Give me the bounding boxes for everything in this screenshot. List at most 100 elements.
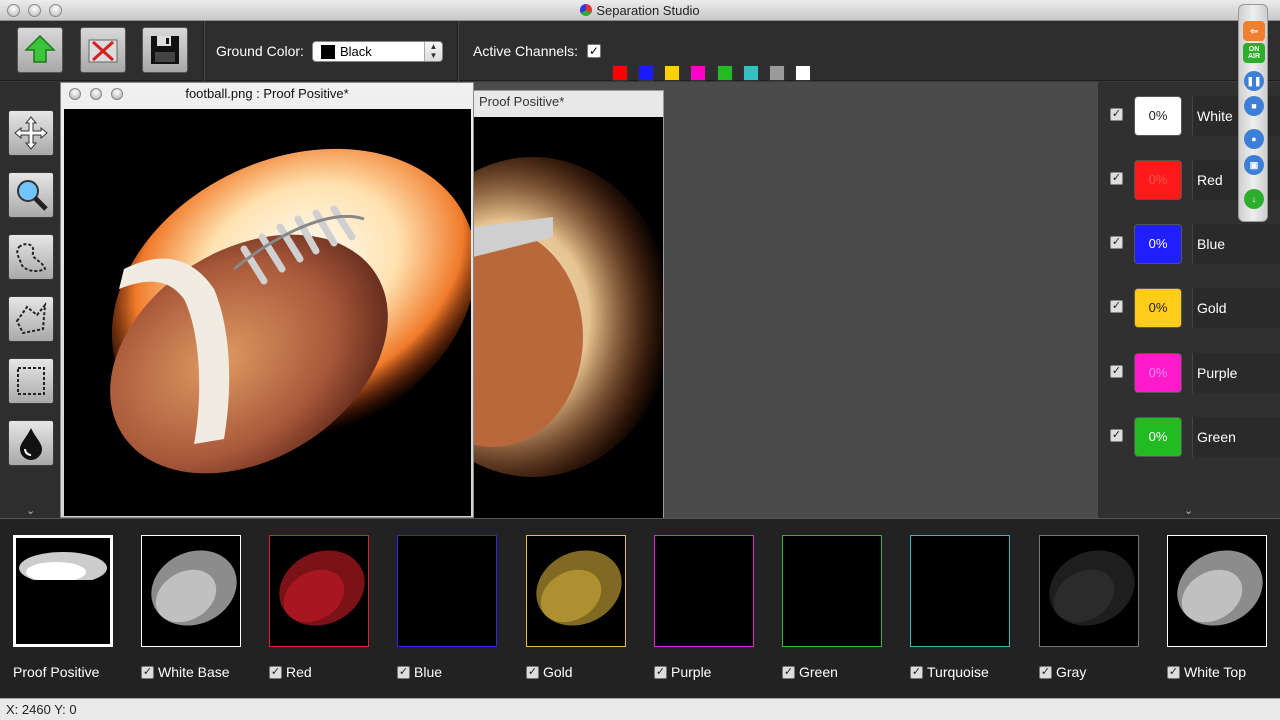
separation-name: Blue — [414, 664, 443, 680]
separation-thumbnail[interactable] — [397, 535, 497, 647]
pause-icon[interactable]: ❚❚ — [1244, 71, 1264, 91]
channel-row: ✓ 0% Blue — [1098, 222, 1280, 266]
screen-icon[interactable]: ▣ — [1244, 155, 1264, 175]
lasso-tool[interactable] — [8, 234, 54, 280]
stop-icon[interactable]: ■ — [1244, 96, 1264, 116]
separation-thumbnail[interactable] — [654, 535, 754, 647]
document-window-front[interactable]: football.png : Proof Positive* — [60, 82, 474, 518]
polygon-lasso-tool[interactable] — [8, 296, 54, 342]
channel-color-swatch[interactable]: 0% — [1134, 417, 1182, 457]
channel-color-swatch[interactable]: 0% — [1134, 288, 1182, 328]
channel-name[interactable]: Purple — [1192, 353, 1280, 393]
ink-drop-icon — [20, 428, 42, 460]
separation-thumbnail[interactable] — [141, 535, 241, 647]
separation-thumbnail[interactable] — [1167, 535, 1267, 647]
separation-name: Turquoise — [927, 664, 989, 680]
back-arrow-button[interactable]: ⇦ — [1243, 21, 1265, 41]
document-window-back[interactable]: Proof Positive* — [472, 90, 664, 519]
document-canvas-back[interactable] — [473, 117, 663, 519]
close-file-button[interactable] — [80, 27, 126, 73]
mouse-icon[interactable]: ● — [1244, 129, 1264, 149]
move-arrows-icon — [14, 116, 48, 150]
separation-print-checkbox[interactable]: ✓ — [782, 665, 795, 679]
channel-visible-checkbox[interactable]: ✓ — [1110, 300, 1123, 313]
channel-color-swatch[interactable]: 0% — [1134, 160, 1182, 200]
separation-name: Gold — [543, 664, 573, 680]
channel-row: ✓ 0% Green — [1098, 415, 1280, 459]
document-canvas[interactable] — [64, 109, 471, 516]
magnifier-icon — [17, 180, 48, 211]
channel-color-swatch[interactable]: 0% — [1134, 224, 1182, 264]
separation-print-checkbox[interactable]: ✓ — [654, 665, 667, 679]
channel-visible-checkbox[interactable]: ✓ — [1110, 236, 1123, 249]
channel-toggle-swatch[interactable] — [795, 65, 811, 81]
channel-name[interactable]: Blue — [1192, 224, 1280, 264]
separation-thumbnail[interactable] — [526, 535, 626, 647]
on-air-button[interactable]: ON AIR — [1243, 43, 1265, 63]
channel-visible-checkbox[interactable]: ✓ — [1110, 365, 1123, 378]
channel-color-swatch[interactable]: 0% — [1134, 96, 1182, 136]
channel-visible-checkbox[interactable]: ✓ — [1110, 429, 1123, 442]
window-title-text: Separation Studio — [596, 3, 700, 18]
separation-name: Red — [286, 664, 312, 680]
floating-recorder-palette: ⇦ ON AIR ❚❚ ■ ● ▣ ↓ — [1238, 4, 1268, 222]
ground-color-select[interactable]: Black ▲ ▼ — [312, 41, 443, 62]
separation-label: ✓ Purple — [654, 664, 711, 680]
thumbnail-preview — [16, 552, 110, 644]
download-icon[interactable]: ↓ — [1244, 189, 1264, 209]
polygon-lasso-icon — [15, 301, 47, 335]
channel-toggle-swatch[interactable] — [638, 65, 654, 81]
separation-print-checkbox[interactable]: ✓ — [1039, 665, 1052, 679]
channel-toggle-swatch[interactable] — [743, 65, 759, 81]
channel-visible-checkbox[interactable]: ✓ — [1110, 108, 1123, 121]
separation-label: ✓ Blue — [397, 664, 442, 680]
zoom-tool[interactable] — [8, 172, 54, 218]
separation-label: ✓ Red — [269, 664, 312, 680]
separation-name: White Base — [158, 664, 230, 680]
thumbnail-preview — [1049, 550, 1135, 626]
close-document-icon — [88, 39, 118, 63]
football-image-partial — [473, 157, 663, 477]
eyedropper-tool[interactable] — [8, 420, 54, 466]
separation-print-checkbox[interactable]: ✓ — [141, 665, 154, 679]
separation-print-checkbox[interactable]: ✓ — [269, 665, 282, 679]
lasso-icon — [16, 243, 47, 272]
separation-print-checkbox[interactable]: ✓ — [397, 665, 410, 679]
separation-print-checkbox[interactable]: ✓ — [1167, 665, 1180, 679]
channel-color-swatch[interactable]: 0% — [1134, 353, 1182, 393]
marquee-tool[interactable] — [8, 358, 54, 404]
save-file-button[interactable] — [142, 27, 188, 73]
move-tool[interactable] — [8, 110, 54, 156]
separation-label: ✓ White Base — [141, 664, 230, 680]
channel-name[interactable]: Gold — [1192, 288, 1280, 328]
separation-label: ✓ Gold — [526, 664, 573, 680]
open-file-button[interactable] — [17, 27, 63, 73]
all-channels-checkbox[interactable]: ✓ — [587, 44, 601, 58]
channel-toggle-swatch[interactable] — [612, 65, 628, 81]
channel-scroll-down-icon[interactable]: ⌄ — [1184, 504, 1193, 517]
channel-visible-checkbox[interactable]: ✓ — [1110, 172, 1123, 185]
separation-thumbnail[interactable] — [269, 535, 369, 647]
thumbnail-preview — [279, 550, 365, 626]
channel-name[interactable]: Green — [1192, 417, 1280, 457]
tool-palette: ⌄ — [0, 82, 62, 518]
cursor-coordinates: X: 2460 Y: 0 — [6, 702, 77, 717]
channel-toggle-swatch[interactable] — [664, 65, 680, 81]
separation-thumbnail[interactable] — [782, 535, 882, 647]
separation-thumbnail[interactable] — [13, 535, 113, 647]
select-arrows-icon: ▲ ▼ — [424, 42, 442, 61]
channel-toggle-swatch[interactable] — [690, 65, 706, 81]
channel-toggle-swatch[interactable] — [717, 65, 733, 81]
main-toolbar: Ground Color: Black ▲ ▼ Active Channels: … — [0, 21, 1280, 81]
channel-toggle-swatch[interactable] — [769, 65, 785, 81]
separation-thumbnail[interactable] — [1039, 535, 1139, 647]
separation-label: ✓ Green — [782, 664, 838, 680]
separation-label: ✓ White Top — [1167, 664, 1246, 680]
thumbnail-preview — [536, 550, 622, 626]
channel-row: ✓ 0% Gold — [1098, 286, 1280, 330]
separation-label: Proof Positive — [13, 664, 99, 680]
separation-print-checkbox[interactable]: ✓ — [910, 665, 923, 679]
separation-thumbnail[interactable] — [910, 535, 1010, 647]
separation-print-checkbox[interactable]: ✓ — [526, 665, 539, 679]
tool-scroll-down-icon[interactable]: ⌄ — [26, 504, 35, 517]
